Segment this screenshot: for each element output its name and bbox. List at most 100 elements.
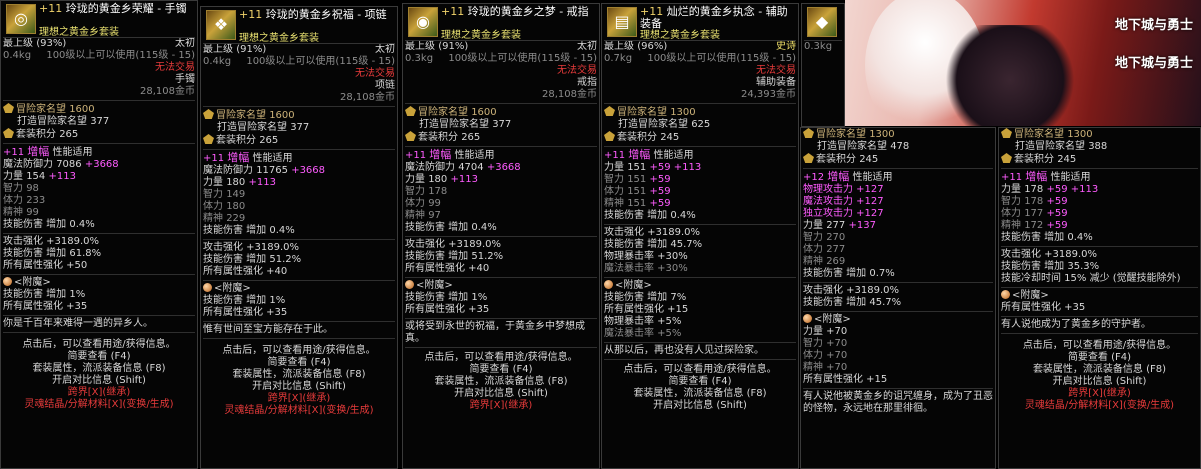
tooltip-header: ◆: [804, 4, 842, 41]
item-rarity: 太初: [175, 38, 195, 49]
set-name: 理想之黄金乡套装: [640, 30, 720, 41]
game-logo-bottom: 地下城与勇士: [1114, 56, 1193, 71]
cross-link[interactable]: 跨界[X](继承): [3, 387, 195, 399]
stat-row: 体力 177 +59: [1001, 208, 1068, 219]
stat-row: 精神 229: [203, 213, 246, 224]
stat-row: 魔法防御力 11765 +3668: [203, 165, 326, 176]
item-tooltip-earring[interactable]: 冒险家名望 1300 打造冒险家名望 478 套装积分 245 +12 增幅 性…: [800, 127, 996, 469]
effect-line: 攻击强化 +3189.0%: [203, 242, 300, 253]
amp-label: 增幅: [429, 148, 452, 161]
game-logo-top: 地下城与勇士: [1114, 18, 1193, 33]
enchant-line: 技能伤害 增加 1%: [3, 289, 86, 300]
set-point-value: 245: [859, 154, 879, 165]
help-line: 套装属性，流派装备信息 (F8): [1032, 364, 1167, 375]
fame-value: 1600: [269, 110, 295, 121]
forge-fame-label: 打造冒险家名望: [217, 122, 287, 133]
enchant-icon: [405, 280, 414, 289]
level-requirement: 100级以上可以使用(115级 - 15): [46, 50, 195, 61]
stat-row: 力量 154 +113: [3, 171, 76, 182]
enchant-label: <附魔>: [615, 280, 652, 291]
item-grade: 最上级 (91%): [405, 41, 469, 52]
soul-crystal-link[interactable]: 灵魂结晶/分解材料[X](变换/生成): [3, 399, 195, 411]
amp-level: +11: [604, 150, 626, 161]
flavor-text: 从那以后，再也没有人见过探险家。: [604, 345, 764, 356]
forge-fame-label: 打造冒险家名望: [419, 119, 489, 130]
item-tooltip-auxiliary[interactable]: ▤ +11 灿烂的黄金乡执念 - 辅助装备 理想之黄金乡套装 最上级 (96%)…: [601, 3, 799, 469]
enchant-icon: [803, 314, 812, 323]
enchant-line: 技能伤害 增加 7%: [604, 292, 687, 303]
effect-line: 所有属性强化 +40: [405, 263, 490, 274]
level-requirement: 100级以上可以使用(115级 - 15): [448, 53, 597, 64]
set-name: 理想之黄金乡套装: [39, 27, 119, 38]
amp-tail: 性能适用: [852, 172, 893, 183]
help-line: 开启对比信息 (Shift): [1052, 376, 1147, 387]
amp-tail: 性能适用: [653, 150, 694, 161]
item-tooltip-earring-header[interactable]: ◆ 0.3kg: [801, 3, 845, 127]
set-point-value: 265: [59, 129, 79, 140]
stat-row: 体力 180: [203, 201, 246, 212]
forge-fame-label: 打造冒险家名望: [817, 141, 887, 152]
help-line: 简要查看 (F4): [469, 364, 533, 375]
earring-icon: ◆: [807, 7, 837, 37]
flavor-text: 你是千百年来难得一遇的异乡人。: [3, 318, 153, 329]
amp-tail: 性能适用: [252, 153, 293, 164]
enchant-line: 智力 +70: [803, 338, 848, 349]
soul-crystal-link[interactable]: 灵魂结晶/分解材料[X](变换/生成): [1001, 400, 1198, 412]
set-point-value: 245: [660, 132, 680, 143]
enchant-line: 技能伤害 增加 1%: [203, 295, 286, 306]
forge-fame-label: 打造冒险家名望: [618, 119, 688, 130]
effect-line: 技能伤害 增加 0.4%: [3, 219, 95, 230]
cross-link[interactable]: 跨界[X](继承): [1001, 388, 1198, 400]
item-weight: 0.3kg: [804, 41, 833, 52]
item-slot: 项链: [375, 80, 395, 91]
enchant-line: 技能伤害 增加 1%: [405, 292, 488, 303]
flavor-text: 有人说他被黄金乡的诅咒缠身，成为了丑恶的怪物，永远地在那里徘徊。: [803, 391, 993, 414]
enchant-label: <附魔>: [814, 314, 851, 325]
fame-label: 冒险家名望: [1014, 129, 1064, 140]
effect-line: 技能冷却时间 15% 减少 (觉醒技能除外): [1001, 273, 1181, 284]
item-tooltip-necklace[interactable]: ❖ +11 玲珑的黄金乡祝福 - 项链 理想之黄金乡套装 最上级 (91%) 太初…: [200, 6, 398, 469]
stat-row: 体力 151 +59: [604, 186, 671, 197]
enchant-line: 所有属性强化 +35: [405, 304, 490, 315]
forge-fame-value: 377: [492, 119, 512, 130]
help-line: 点击后，可以查看用途/获得信息。: [222, 345, 376, 356]
item-tooltip-ring[interactable]: ◉ +11 玲珑的黄金乡之梦 - 戒指 理想之黄金乡套装 最上级 (91%) 太初…: [402, 3, 600, 469]
item-title: +11 玲珑的黄金乡荣耀 - 手镯: [39, 2, 187, 15]
item-tooltip-bracelet[interactable]: ◎ +11 玲珑的黄金乡荣耀 - 手镯 理想之黄金乡套装 最上级 (93%) 太初…: [0, 0, 198, 469]
soul-crystal-link[interactable]: 灵魂结晶/分解材料[X](变换/生成): [203, 405, 395, 417]
stat-row: 力量 151 +59 +113: [604, 162, 702, 173]
cross-link[interactable]: 跨界[X](继承): [405, 400, 597, 412]
item-title: +11 灿烂的黄金乡执念 - 辅助装备: [640, 5, 788, 30]
forge-fame-value: 377: [290, 122, 310, 133]
tooltip-header: ◉ +11 玲珑的黄金乡之梦 - 戒指 理想之黄金乡套装: [405, 4, 597, 41]
item-price: 28,108金币: [140, 86, 195, 97]
set-point-label: 套装积分: [1014, 154, 1054, 165]
tooltip-header: ▤ +11 灿烂的黄金乡执念 - 辅助装备 理想之黄金乡套装: [604, 4, 796, 41]
item-slot: 手镯: [175, 74, 195, 85]
stat-row: 力量 180 +113: [203, 177, 276, 188]
set-point-value: 265: [461, 132, 481, 143]
effect-line: 技能伤害 增加 45.7%: [604, 239, 703, 250]
effect-line: 技能伤害 增加 51.2%: [203, 254, 302, 265]
fame-label: 冒险家名望: [216, 110, 266, 121]
amp-label: 增幅: [827, 170, 850, 183]
enchant-line: 所有属性强化 +35: [1001, 302, 1086, 313]
amp-level: +11: [3, 147, 25, 158]
amp-level: +11: [1001, 172, 1023, 183]
cross-link[interactable]: 跨界[X](继承): [203, 393, 395, 405]
set-point-label: 套装积分: [617, 132, 657, 143]
item-grade: 最上级 (91%): [203, 44, 267, 55]
fame-icon: [803, 128, 814, 138]
set-point-label: 套装积分: [816, 154, 856, 165]
item-rarity: 太初: [375, 44, 395, 55]
attack-line: 独立攻击力 +127: [803, 208, 884, 219]
level-requirement: 100级以上可以使用(115级 - 15): [246, 56, 395, 67]
fame-label: 冒险家名望: [617, 107, 667, 118]
ring-icon: ◉: [408, 7, 438, 37]
item-tooltip-sixth[interactable]: 冒险家名望 1300 打造冒险家名望 388 套装积分 245 +11 增幅 性…: [998, 127, 1201, 469]
item-slot: 戒指: [577, 77, 597, 88]
item-title: +11 玲珑的黄金乡祝福 - 项链: [239, 8, 387, 21]
fame-value: 1600: [69, 104, 95, 115]
effect-line: 攻击强化 +3189.0%: [803, 285, 900, 296]
forge-fame-label: 打造冒险家名望: [1015, 141, 1085, 152]
